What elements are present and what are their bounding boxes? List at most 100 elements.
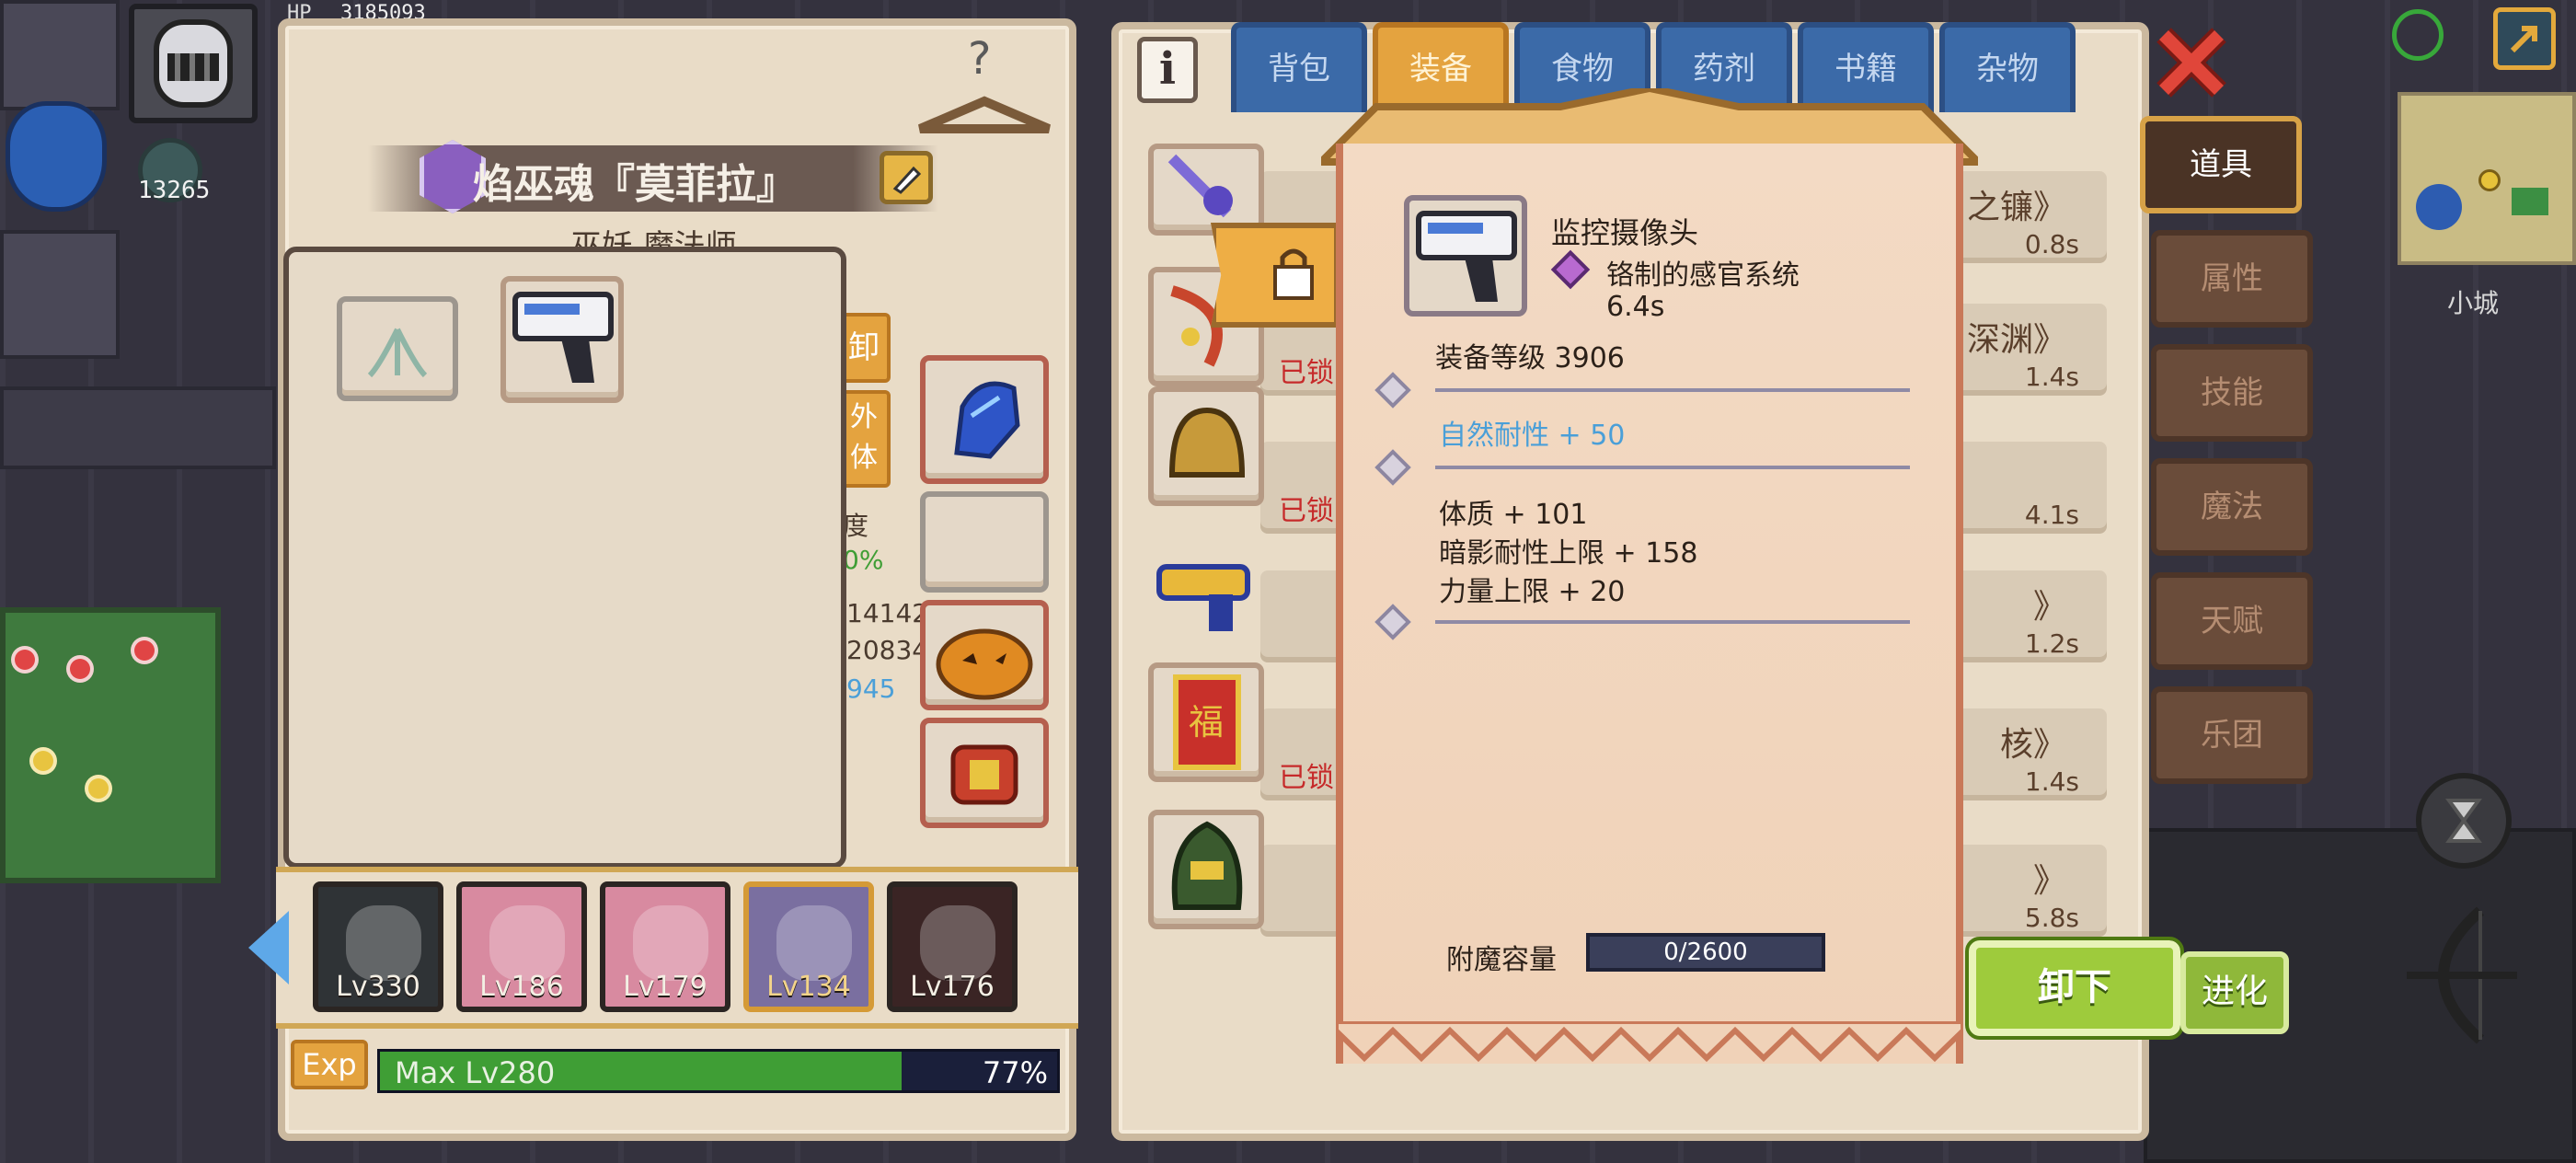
globe-icon[interactable]: [2392, 9, 2444, 61]
party-scroll-left-arrow[interactable]: [248, 911, 289, 985]
hourglass-icon: [2445, 799, 2482, 843]
divider: [1435, 466, 1910, 469]
locked-label: 已锁: [1279, 495, 1334, 527]
enchant-value: 0/2600: [1663, 938, 1748, 966]
camera-icon: [1416, 211, 1517, 302]
wall-tile: [0, 0, 120, 110]
flower-decoration: [33, 751, 53, 771]
garden-patch: [0, 607, 221, 883]
party-member-card[interactable]: Lv179: [600, 881, 730, 1012]
item-title-fragment: 深渊》: [1966, 321, 2066, 359]
stat-number: 14142: [846, 598, 929, 628]
item-title-fragment: 之镰》: [1966, 189, 2066, 226]
hourglass-button[interactable]: [2416, 773, 2512, 869]
item-title-fragment: 》: [2032, 588, 2066, 626]
item-icon-blaster[interactable]: [1148, 534, 1264, 635]
hooded-figure-icon: [1171, 821, 1243, 910]
exp-max-level: Max Lv280: [395, 1055, 556, 1090]
divider: [1435, 620, 1910, 624]
side-menu-item-4[interactable]: 魔法: [2151, 458, 2313, 556]
party-member-card[interactable]: Lv134: [743, 881, 874, 1012]
minimap-forest: [2512, 188, 2548, 215]
locked-label: 已锁: [1279, 357, 1334, 389]
minimap[interactable]: [2398, 92, 2576, 265]
pencil-icon: [892, 166, 922, 194]
side-menu-item-2[interactable]: 属性: [2151, 230, 2313, 328]
tooltip-stat: 暗影耐性上限 + 158: [1439, 537, 1698, 570]
svg-text:福: 福: [1189, 702, 1224, 743]
wardrobe-hanger-button[interactable]: ?: [911, 33, 1058, 138]
lock-icon: [1273, 248, 1314, 300]
side-menu-item-6[interactable]: 乐团: [2151, 686, 2313, 784]
bow-weapon-button[interactable]: [2388, 902, 2536, 1049]
torn-paper-edge: [1333, 1019, 1966, 1063]
equip-slot-accessory[interactable]: [920, 718, 1049, 828]
stat-number: 20834: [846, 635, 929, 665]
exp-label: Exp: [291, 1040, 368, 1089]
divider: [1435, 388, 1910, 392]
expand-window-icon[interactable]: [2493, 7, 2556, 70]
character-portrait: [633, 905, 708, 981]
tentacle-icon: [367, 328, 428, 378]
lock-toggle-button[interactable]: [1211, 223, 1340, 328]
item-icon-hood[interactable]: [1148, 810, 1264, 929]
pumpkin-hat-icon: [936, 628, 1033, 700]
tooltip-item-name: 监控摄像头: [1551, 215, 1699, 250]
ray-gun-icon: [1156, 564, 1250, 631]
locked-label: 已锁: [1279, 762, 1334, 794]
party-member-card[interactable]: Lv176: [887, 881, 1018, 1012]
player-avatar[interactable]: [129, 4, 258, 123]
equip-slot-ring[interactable]: [920, 491, 1049, 593]
gauntlet-icon: [954, 381, 1020, 459]
equip-slot-helm[interactable]: [920, 600, 1049, 710]
grid-slot[interactable]: [337, 296, 458, 401]
character-portrait: [920, 905, 995, 981]
set-diamond-icon: [1550, 249, 1591, 290]
wall-tile: [0, 230, 120, 359]
item-time: 1.2s: [2024, 628, 2079, 659]
unequip-button[interactable]: 卸下: [1965, 937, 2184, 1040]
item-icon-banner[interactable]: 福: [1148, 662, 1264, 782]
hanger-icon: ?: [918, 33, 1051, 133]
tooltip-equip-level: 装备等级 3906: [1435, 342, 1625, 374]
rename-pencil-button[interactable]: [880, 151, 933, 204]
item-icon-scythe[interactable]: [1148, 144, 1264, 236]
party-member-card[interactable]: Lv186: [456, 881, 587, 1012]
flower-decoration: [70, 659, 90, 679]
side-menu-item-5[interactable]: 天赋: [2151, 572, 2313, 670]
flower-decoration: [88, 778, 109, 799]
money-bag-icon[interactable]: [6, 101, 107, 212]
close-icon: [2156, 28, 2226, 98]
item-title-fragment: 核》: [1999, 726, 2066, 764]
treasure-icon: [950, 744, 1018, 805]
party-member-card[interactable]: Lv330: [313, 881, 443, 1012]
fortune-banner-icon: 福: [1173, 674, 1241, 770]
evolve-button[interactable]: 进化: [2180, 951, 2289, 1034]
gem-socket-icon: [1374, 372, 1411, 409]
party-member-level: Lv179: [623, 971, 707, 1003]
side-menu-item-1[interactable]: 道具: [2140, 116, 2302, 213]
character-name: 焰巫魂『莫菲拉』: [473, 161, 797, 208]
svg-text:?: ?: [968, 37, 991, 85]
grid-slot-camera[interactable]: [500, 276, 624, 403]
item-title-fragment: 》: [2032, 862, 2066, 900]
bow-icon: [2407, 906, 2517, 1044]
currency-count: 13265: [138, 177, 211, 204]
info-button[interactable]: i: [1137, 37, 1198, 103]
gem-socket-icon: [1374, 449, 1411, 486]
enchant-label: 附魔容量: [1446, 944, 1557, 976]
tooltip-stat: 力量上限 + 20: [1439, 576, 1626, 608]
stat-label: 度: [843, 511, 869, 541]
stat-percent: 0%: [843, 545, 884, 575]
scythe-icon: [1167, 154, 1233, 218]
party-member-level: Lv134: [766, 971, 851, 1003]
equip-slot-gloves[interactable]: [920, 355, 1049, 484]
item-time: 1.4s: [2024, 362, 2079, 392]
item-icon-helmet[interactable]: [1148, 386, 1264, 506]
knight-helmet-icon: [154, 19, 233, 108]
minimap-player-marker: [2478, 169, 2501, 191]
gem-socket-icon: [1374, 604, 1411, 640]
close-button[interactable]: [2153, 24, 2230, 101]
tooltip-set-time: 6.4s: [1606, 291, 1665, 323]
side-menu-item-3[interactable]: 技能: [2151, 344, 2313, 442]
